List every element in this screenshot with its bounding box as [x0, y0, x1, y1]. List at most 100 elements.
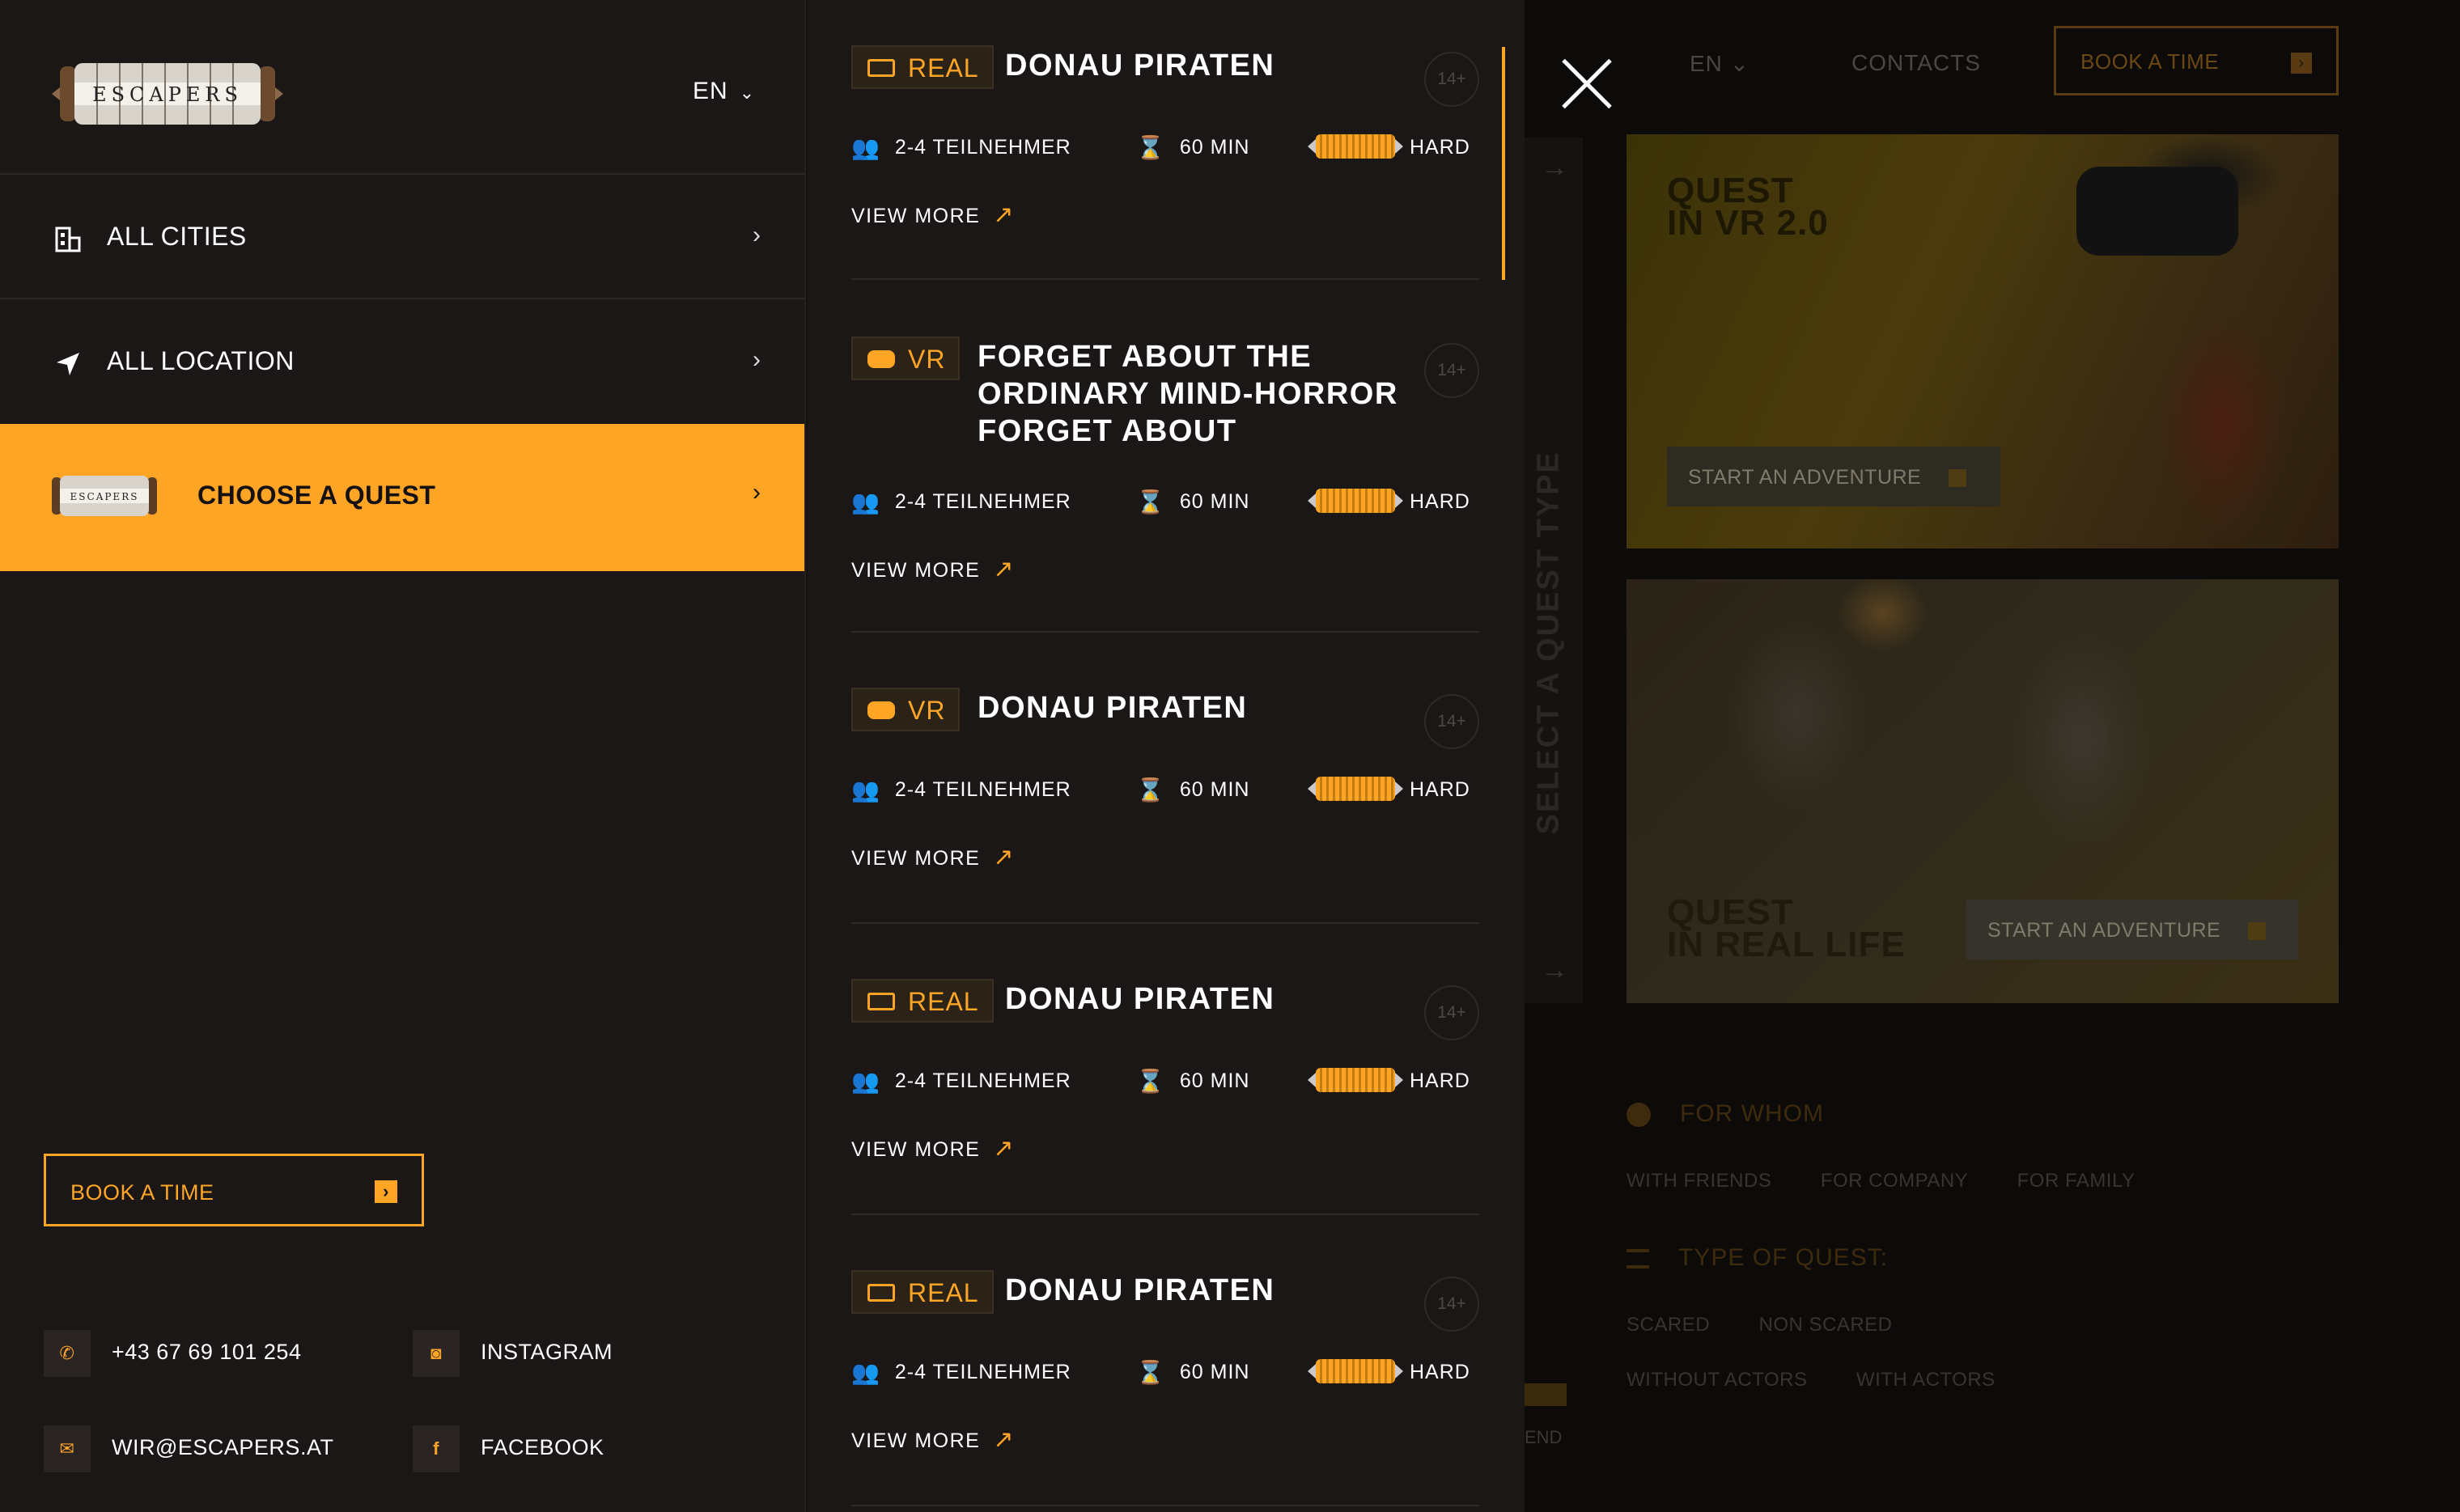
mail-icon: ✉: [44, 1425, 91, 1472]
age-rating-badge: 14+: [1424, 1277, 1479, 1332]
divider: [851, 278, 1479, 280]
filter-for-company[interactable]: FOR COMPANY: [1821, 1170, 1968, 1192]
quest-type-badge: REAL: [851, 979, 994, 1023]
background-language-select[interactable]: EN ⌄: [1690, 50, 1750, 77]
type-options-row-1: SCARED NON SCARED: [1627, 1314, 2355, 1336]
ticket-icon: [867, 1284, 895, 1302]
background-book-button[interactable]: BOOK A TIME ›: [2054, 26, 2339, 95]
background-contacts-link[interactable]: CONTACTS: [1851, 50, 1981, 76]
filter-without-actors[interactable]: WITHOUT ACTORS: [1627, 1369, 1807, 1391]
quest-title[interactable]: DONAU PIRATEN: [1005, 980, 1410, 1018]
list-icon: [1627, 1249, 1649, 1269]
hourglass-icon: ⌛: [1136, 489, 1165, 515]
quest-card[interactable]: VR FORGET ABOUT THE ORDINARY MIND-HORROR…: [851, 337, 1479, 633]
divider: [851, 1505, 1479, 1506]
view-more-link[interactable]: VIEW MORE ↗: [851, 555, 1015, 583]
arrow-up-right-icon: ↗: [993, 201, 1015, 228]
view-more-link[interactable]: VIEW MORE ↗: [851, 1425, 1015, 1454]
menu-item-label: CHOOSE A QUEST: [197, 481, 436, 510]
difficulty-icon: [1308, 489, 1403, 513]
quest-type-badge: VR: [851, 337, 961, 380]
book-a-time-button[interactable]: BOOK A TIME ›: [44, 1154, 424, 1226]
scrollbar[interactable]: [1502, 47, 1505, 280]
filter-with-actors[interactable]: WITH ACTORS: [1856, 1369, 1996, 1391]
people-icon: 👥: [851, 1069, 880, 1094]
escapers-logo-icon: ESCAPERS: [52, 476, 157, 516]
filter-non-scared[interactable]: NON SCARED: [1758, 1314, 1892, 1336]
quest-title[interactable]: DONAU PIRATEN: [1005, 47, 1410, 84]
menu-item-all-location[interactable]: ALL LOCATION ›: [0, 299, 804, 422]
chevron-right-icon: ›: [753, 346, 761, 373]
view-more-link[interactable]: VIEW MORE ↗: [851, 1134, 1015, 1163]
quest-meta: 👥 2-4 TEILNEHMER ⌛ 60 MIN HARD: [851, 489, 1470, 515]
quest-card[interactable]: REAL DONAU PIRATEN 14+ 👥 2-4 TEILNEHMER ⌛…: [851, 979, 1479, 1215]
phone-icon: ✆: [44, 1330, 91, 1377]
view-more-link[interactable]: VIEW MORE ↗: [851, 843, 1015, 871]
filter-with-friends[interactable]: WITH FRIENDS: [1627, 1170, 1771, 1192]
difficulty-icon: [1308, 777, 1403, 801]
start-adventure-real-button[interactable]: START AN ADVENTURE: [1966, 900, 2298, 959]
arrow-right-icon[interactable]: →: [1541, 955, 1568, 986]
close-icon[interactable]: [1559, 55, 1615, 112]
menu-item-label: ALL CITIES: [107, 222, 247, 251]
arrow-up-right-icon: ↗: [993, 1426, 1015, 1453]
svg-text:ESCAPERS: ESCAPERS: [70, 491, 139, 502]
menu-item-all-cities[interactable]: ALL CITIES ›: [0, 175, 804, 298]
people-icon: 👥: [851, 135, 880, 160]
quest-type-rail: → SELECT A QUEST TYPE →: [1525, 138, 1583, 1003]
arrow-right-icon[interactable]: →: [1541, 152, 1568, 184]
quest-card[interactable]: VR DONAU PIRATEN 14+ 👥 2-4 TEILNEHMER ⌛ 60…: [851, 688, 1479, 924]
arrow-up-right-icon: ↗: [993, 1135, 1015, 1162]
filter-for-family[interactable]: FOR FAMILY: [2017, 1170, 2136, 1192]
start-adventure-vr-button[interactable]: START AN ADVENTURE: [1667, 447, 2000, 506]
location-arrow-icon: [57, 353, 79, 375]
menu-item-choose-quest[interactable]: ESCAPERS CHOOSE A QUEST ›: [0, 424, 804, 571]
quest-title[interactable]: FORGET ABOUT THE ORDINARY MIND-HORROR FO…: [978, 338, 1431, 450]
rail-label: SELECT A QUEST TYPE: [1531, 451, 1566, 835]
ticket-icon: [867, 59, 895, 77]
quest-title[interactable]: DONAU PIRATEN: [978, 689, 1431, 726]
vr-headset-image: [2076, 167, 2238, 256]
quest-card[interactable]: REAL DONAU PIRATEN 14+ 👥 2-4 TEILNEHMER ⌛…: [851, 45, 1479, 280]
quest-filters: FOR WHOM WITH FRIENDS FOR COMPANY FOR FA…: [1627, 1100, 2355, 1424]
logo-cryptex-icon: ESCAPERS: [52, 63, 283, 125]
divider: [851, 631, 1479, 633]
facebook-icon: f: [413, 1425, 460, 1472]
arrow-right-icon: [1949, 469, 1967, 488]
difficulty-icon: [1308, 134, 1403, 159]
chevron-right-icon: ›: [753, 222, 761, 248]
escapers-logo[interactable]: ESCAPERS: [52, 55, 283, 133]
card-real-title: QUEST IN REAL LIFE: [1667, 892, 1906, 964]
people-icon: 👥: [851, 489, 880, 515]
language-select[interactable]: EN ⌄: [693, 78, 755, 105]
smile-icon: [1627, 1103, 1651, 1128]
type-of-quest-heading: TYPE OF QUEST:: [1627, 1244, 2355, 1272]
view-more-link[interactable]: VIEW MORE ↗: [851, 201, 1015, 229]
hourglass-icon: ⌛: [1136, 777, 1165, 803]
divider: [851, 922, 1479, 924]
quest-real-card[interactable]: QUEST IN REAL LIFE START AN ADVENTURE: [1627, 579, 2339, 1003]
svg-text:ESCAPERS: ESCAPERS: [92, 83, 243, 106]
difficulty-bar-fragment: [1525, 1383, 1567, 1406]
filter-scared[interactable]: SCARED: [1627, 1314, 1710, 1336]
type-options-row-2: WITHOUT ACTORS WITH ACTORS: [1627, 1369, 2355, 1391]
quest-meta: 👥 2-4 TEILNEHMER ⌛ 60 MIN HARD: [851, 1068, 1470, 1094]
people-icon: 👥: [851, 1360, 880, 1385]
age-rating-badge: 14+: [1424, 52, 1479, 107]
menu-item-label: ALL LOCATION: [107, 346, 295, 375]
ticket-icon: [867, 993, 895, 1010]
quest-type-badge: REAL: [851, 1270, 994, 1314]
background-text-fragment: END: [1525, 1427, 1563, 1447]
quest-meta: 👥 2-4 TEILNEHMER ⌛ 60 MIN HARD: [851, 134, 1470, 160]
quest-vr-card[interactable]: QUEST IN VR 2.0 START AN ADVENTURE: [1627, 134, 2339, 548]
chevron-right-icon: ›: [753, 479, 761, 506]
quest-list[interactable]: REAL DONAU PIRATEN 14+ 👥 2-4 TEILNEHMER ⌛…: [808, 0, 1525, 1512]
arrow-right-icon: [2248, 922, 2267, 941]
divider: [851, 1213, 1479, 1215]
age-rating-badge: 14+: [1424, 985, 1479, 1040]
background-nav: EN ⌄ CONTACTS BOOK A TIME ›: [1525, 26, 2460, 99]
instagram-icon: ◙: [413, 1330, 460, 1377]
quest-title[interactable]: DONAU PIRATEN: [1005, 1272, 1410, 1309]
age-rating-badge: 14+: [1424, 694, 1479, 749]
quest-card[interactable]: REAL DONAU PIRATEN 14+ 👥 2-4 TEILNEHMER ⌛…: [851, 1270, 1479, 1510]
